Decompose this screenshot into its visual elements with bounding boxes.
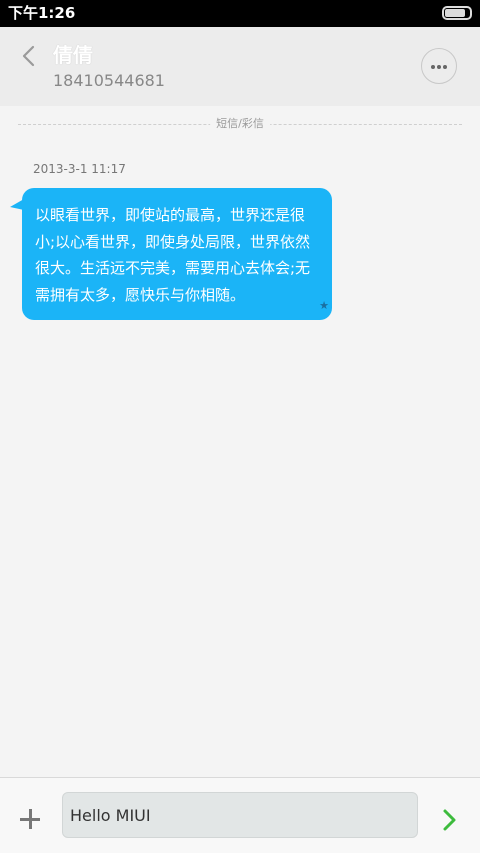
message-text: 以眼看世界，即使站的最高，世界还是很小;以心看世界，即使身处局限，世界依然很大。…	[35, 206, 311, 304]
more-options-button[interactable]	[421, 48, 457, 84]
divider-label: 短信/彩信	[210, 117, 270, 131]
battery-icon	[442, 6, 472, 20]
message-timestamp: 2013-3-1 11:17	[33, 162, 126, 176]
message-bubble[interactable]: 以眼看世界，即使站的最高，世界还是很小;以心看世界，即使身处局限，世界依然很大。…	[10, 188, 332, 320]
more-dots-icon-dot	[437, 65, 441, 69]
send-chevron-icon	[443, 809, 456, 831]
chevron-left-icon	[22, 45, 35, 67]
message-input[interactable]	[62, 792, 418, 838]
contact-number: 18410544681	[53, 71, 165, 90]
bubble-tail	[10, 199, 24, 210]
more-dots-icon	[431, 65, 435, 69]
status-time: 下午1:26	[8, 4, 76, 22]
more-dots-icon-dot	[443, 65, 447, 69]
status-bar: 下午1:26	[0, 0, 480, 27]
contact-name: 倩倩	[53, 43, 93, 67]
attach-button[interactable]	[18, 807, 42, 831]
composer-bar	[0, 777, 480, 853]
battery-level	[445, 9, 466, 17]
send-button[interactable]	[436, 806, 464, 834]
sms-mms-divider: 短信/彩信	[18, 116, 462, 134]
back-button[interactable]	[14, 41, 44, 71]
star-icon: ★	[319, 299, 329, 312]
conversation-header: 倩倩 18410544681	[0, 27, 480, 106]
